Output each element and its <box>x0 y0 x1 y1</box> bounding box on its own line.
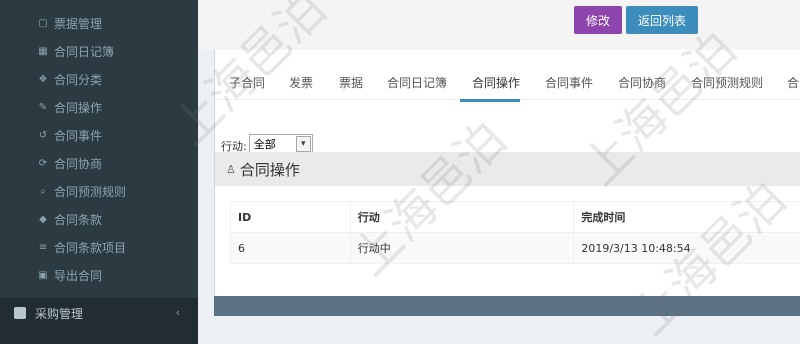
sidebar-item-label: 合同分类 <box>54 72 103 87</box>
book-icon: ▢ <box>38 17 48 29</box>
tab-contract-negotiation[interactable]: 合同协商 <box>618 74 666 91</box>
table-icon <box>14 307 26 319</box>
tab-bar: 子合同 发票 票据 合同日记簿 合同操作 合同事件 合同协商 合同预测规则 合 <box>215 70 800 102</box>
detail-panel: 子合同 发票 票据 合同日记簿 合同操作 合同事件 合同协商 合同预测规则 合 … <box>214 50 800 316</box>
section-header: ♙ 合同操作 <box>215 152 800 186</box>
search-icon: ⌕ <box>40 185 46 197</box>
sidebar-item-export-contract[interactable]: ▣ 导出合同 <box>0 261 198 289</box>
chevron-left-icon: ‹ <box>175 306 180 319</box>
sidebar: ▢ 票据管理 ▦ 合同日记簿 ❖ 合同分类 ✎ 合同操作 ↺ 合同事件 ⟳ 合同… <box>0 0 198 344</box>
calendar-icon: ▦ <box>38 45 48 57</box>
sidebar-item-label: 合同日记簿 <box>54 44 115 59</box>
sidebar-item-contract-journal[interactable]: ▦ 合同日记簿 <box>0 37 198 65</box>
tab-contract-operation[interactable]: 合同操作 <box>472 74 520 91</box>
section-title: 合同操作 <box>239 160 300 179</box>
cubes-icon: ❖ <box>38 73 48 85</box>
sidebar-item-contract-negotiation[interactable]: ⟳ 合同协商 <box>0 149 198 177</box>
sidebar-item-label: 导出合同 <box>54 268 103 283</box>
refresh-icon: ⟳ <box>38 157 48 169</box>
sidebar-item-purchase-management[interactable]: 采购管理 ‹ <box>0 298 198 328</box>
sidebar-item-contract-event[interactable]: ↺ 合同事件 <box>0 121 198 149</box>
tab-more[interactable]: 合 <box>787 74 799 91</box>
user-icon: ♙ <box>226 162 236 176</box>
column-header-completion-time[interactable]: 完成时间 <box>573 201 800 233</box>
image-icon: ▣ <box>38 269 48 281</box>
sidebar-item-label: 合同预测规则 <box>54 184 127 199</box>
sidebar-item-contract-terms[interactable]: ◆ 合同条款 <box>0 205 198 233</box>
sidebar-item-contract-operation[interactable]: ✎ 合同操作 <box>0 93 198 121</box>
sidebar-item-contract-forecast-rule[interactable]: ⌕ 合同预测规则 <box>0 177 198 205</box>
tab-contract-journal[interactable]: 合同日记簿 <box>387 74 447 91</box>
sidebar-cutoff-item <box>0 328 198 344</box>
sidebar-item-label: 合同事件 <box>54 128 103 143</box>
column-header-id[interactable]: ID <box>230 201 351 233</box>
history-icon: ↺ <box>38 129 48 141</box>
tab-sub-contract[interactable]: 子合同 <box>229 74 265 91</box>
sidebar-item-label: 合同操作 <box>54 100 103 115</box>
edit-icon: ✎ <box>38 101 48 113</box>
edit-button[interactable]: 修改 <box>574 6 622 34</box>
tab-bill[interactable]: 票据 <box>339 74 363 91</box>
tab-invoice[interactable]: 发票 <box>289 74 313 91</box>
sidebar-item-ticket-management[interactable]: ▢ 票据管理 <box>0 9 198 37</box>
operation-table: ID 行动 完成时间 6 行动中 2019/3/13 10:48:54 <box>230 201 800 264</box>
cell-completion-time: 2019/3/13 10:48:54 <box>573 232 800 264</box>
action-filter: 行动: 全部 ▾ <box>221 128 313 154</box>
table-row[interactable]: 6 行动中 2019/3/13 10:48:54 <box>230 232 800 264</box>
cell-action: 行动中 <box>349 232 575 264</box>
tab-contract-event[interactable]: 合同事件 <box>545 74 593 91</box>
sidebar-item-label: 合同条款项目 <box>54 240 127 255</box>
sidebar-item-label: 合同协商 <box>54 156 103 171</box>
page-bottom <box>198 316 800 344</box>
sidebar-item-label: 合同条款 <box>54 212 103 227</box>
sidebar-item-contract-category[interactable]: ❖ 合同分类 <box>0 65 198 93</box>
list-icon: ≡ <box>38 241 48 253</box>
sidebar-parent-label: 采购管理 <box>35 306 84 321</box>
back-to-list-button[interactable]: 返回列表 <box>626 6 698 34</box>
action-filter-value: 全部 <box>253 138 276 151</box>
tag-icon: ◆ <box>39 213 47 225</box>
column-header-action[interactable]: 行动 <box>349 201 575 233</box>
panel-footer-bar <box>214 296 800 316</box>
active-tab-indicator <box>460 99 520 102</box>
chevron-down-icon: ▾ <box>295 136 311 152</box>
tab-contract-forecast-rule[interactable]: 合同预测规则 <box>691 74 763 91</box>
action-bar: 修改 返回列表 <box>198 0 800 50</box>
cell-id: 6 <box>230 232 351 264</box>
action-filter-select[interactable]: 全部 ▾ <box>248 134 313 154</box>
table-header-row: ID 行动 完成时间 <box>230 201 800 233</box>
sidebar-item-contract-term-items[interactable]: ≡ 合同条款项目 <box>0 233 198 261</box>
sidebar-item-label: 票据管理 <box>54 16 103 31</box>
